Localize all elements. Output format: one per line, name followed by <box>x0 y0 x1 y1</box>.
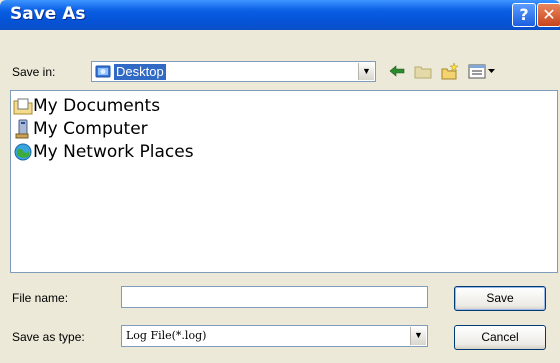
save-in-label: Save in: <box>12 65 56 79</box>
my-computer-icon <box>15 119 29 139</box>
save-button[interactable]: Save <box>454 286 546 311</box>
list-item-label: My Computer <box>33 119 148 139</box>
my-documents-icon <box>13 98 33 115</box>
network-places-icon <box>14 143 32 161</box>
close-icon: ✕ <box>542 5 556 24</box>
window-title: Save As <box>10 4 86 24</box>
save-as-type-value: Log File(*.log) <box>126 329 207 342</box>
save-as-type-dropdown[interactable]: Log File(*.log) ▼ <box>121 325 428 347</box>
back-arrow-icon[interactable] <box>387 62 407 80</box>
save-in-value: Desktop <box>114 64 166 80</box>
save-button-label: Save <box>486 291 514 305</box>
chevron-down-icon[interactable]: ▼ <box>410 327 426 345</box>
cancel-button[interactable]: Cancel <box>454 325 546 350</box>
close-button[interactable]: ✕ <box>537 3 560 27</box>
save-in-dropdown[interactable]: Desktop ▼ <box>91 61 376 82</box>
file-name-field[interactable] <box>121 286 428 308</box>
chevron-down-icon[interactable]: ▼ <box>358 63 374 80</box>
new-folder-icon[interactable] <box>440 62 460 80</box>
file-name-label: File name: <box>12 291 69 305</box>
list-item-label: My Documents <box>33 96 161 116</box>
view-menu-icon[interactable] <box>468 62 498 80</box>
title-bar[interactable]: Save As ? ✕ <box>0 0 560 30</box>
list-item-label: My Network Places <box>33 142 194 162</box>
up-folder-icon[interactable] <box>413 62 433 80</box>
help-button[interactable]: ? <box>512 3 536 27</box>
save-as-type-label: Save as type: <box>12 330 85 344</box>
file-list[interactable]: My Documents My Computer My Network Plac… <box>10 90 558 273</box>
desktop-icon <box>95 65 111 78</box>
cancel-button-label: Cancel <box>481 330 519 344</box>
help-icon: ? <box>519 5 529 24</box>
